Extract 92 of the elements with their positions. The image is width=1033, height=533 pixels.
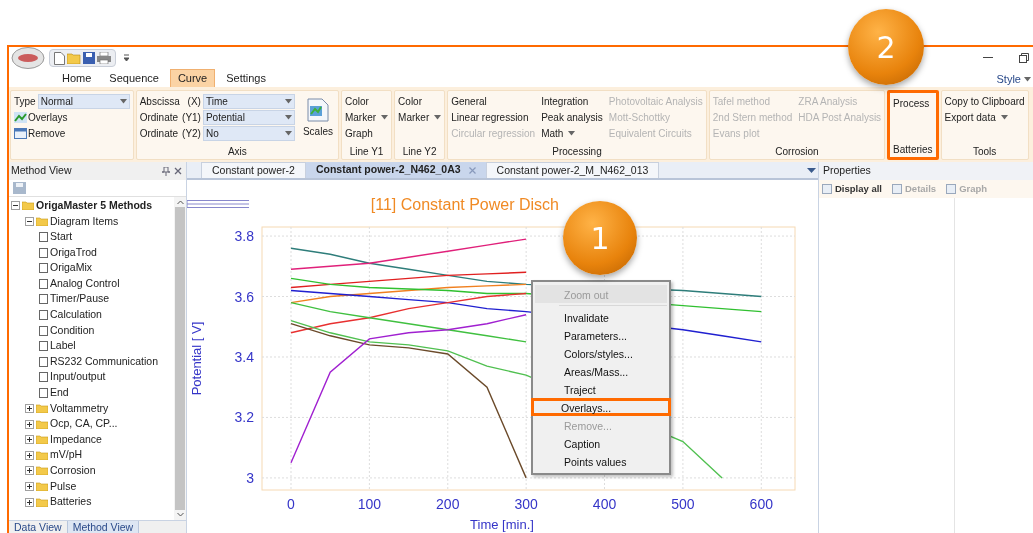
menu-item[interactable]: Caption (535, 434, 667, 452)
callout-badge: 2 (848, 9, 924, 85)
menu-button[interactable]: Export data (944, 109, 1025, 125)
axis-tick-label: 3.2 (234, 409, 254, 426)
menu-item[interactable]: Traject (535, 380, 667, 398)
ribbon-button[interactable]: Copy to Clipboard (944, 93, 1025, 109)
axis-tick-label: 300 (514, 496, 538, 512)
tree-item[interactable]: Voltammetry (50, 400, 109, 417)
tree-item[interactable]: Analog Control (50, 275, 120, 292)
tree-item[interactable]: Calculation (50, 307, 102, 323)
axis-tick-label: 400 (592, 496, 617, 512)
ribbon-button[interactable]: Linear regression (451, 109, 536, 125)
tree-item[interactable]: RS232 Communication (50, 353, 158, 370)
style-menu[interactable]: Style (996, 71, 1033, 87)
axis-title: Time [min.] (470, 517, 534, 532)
axis-tick-label: 600 (749, 496, 773, 512)
ribbon-tab[interactable]: Curve (169, 69, 216, 87)
scales-button[interactable]: Scales (300, 93, 335, 143)
group-label: Line Y1 (348, 145, 385, 159)
tree-item[interactable]: mV/pH (50, 447, 83, 464)
ribbon-button[interactable]: Peak analysis (541, 109, 603, 125)
menu-item[interactable]: Areas/Mass... (535, 362, 667, 380)
group-label: Batteries (892, 143, 934, 157)
group-label: Line Y2 (401, 145, 438, 159)
tree-item[interactable]: OrigaMaster 5 Methods (36, 197, 153, 214)
axis-tick-label: 100 (357, 496, 382, 512)
ribbon-button[interactable]: Integration (541, 93, 603, 109)
ribbon-button[interactable]: Color (398, 93, 442, 109)
menu-button[interactable]: Math (541, 125, 603, 141)
tree-item[interactable]: Start (50, 229, 73, 245)
tree-item[interactable]: Condition (50, 322, 95, 339)
tree-item[interactable]: Input/output (50, 369, 106, 386)
menu-item[interactable]: Overlays... (531, 398, 671, 416)
tree-item[interactable]: Batteries (50, 494, 92, 510)
panel-tab[interactable]: Method View (66, 521, 140, 533)
document-tab[interactable]: Constant power-2_N462_0A3 (305, 162, 486, 178)
tree-item[interactable]: Pulse (50, 478, 77, 495)
axis-tick-label: 3.8 (234, 228, 254, 245)
tree-item[interactable]: Corrosion (50, 463, 96, 479)
tree-item[interactable]: End (50, 385, 69, 401)
tree-item[interactable]: Diagram Items (50, 213, 119, 230)
menu-item[interactable]: Points values (535, 452, 667, 470)
dropdown-field[interactable]: No (202, 125, 295, 141)
field-label: (Y1) (181, 110, 202, 125)
ribbon-button[interactable]: Color (344, 93, 389, 109)
ribbon-tab[interactable]: Home (55, 69, 99, 87)
field-label: (X) (186, 94, 202, 109)
axis-tick-label: 0 (287, 496, 295, 512)
chart-title: [11] Constant Power Disch (370, 196, 559, 213)
group-label: Processing (551, 145, 603, 159)
group-label: Tools (971, 145, 998, 159)
tree-item[interactable]: OrigaMix (50, 260, 92, 277)
document-tab[interactable]: Constant power-2 (201, 162, 306, 178)
panel-title: Method View (11, 163, 72, 179)
group-label: Corrosion (774, 145, 820, 159)
tree-item[interactable]: OrigaTrod (50, 244, 97, 261)
field-label: (Y2) (181, 126, 202, 141)
axis-tick-label: 3 (246, 469, 254, 486)
tree-item[interactable]: Timer/Pause (50, 291, 110, 308)
panel-title: Properties (823, 163, 871, 179)
panel-tab[interactable]: Data View (9, 521, 67, 533)
dropdown-field[interactable]: Potential (202, 109, 295, 125)
callout-badge: 1 (563, 201, 637, 275)
ribbon-tab[interactable]: Sequence (102, 69, 166, 87)
menu-button[interactable]: Marker (344, 109, 389, 125)
menu-item[interactable]: Parameters... (535, 326, 667, 344)
ribbon-button[interactable]: Graph (344, 125, 389, 141)
tree-item[interactable]: Label (50, 338, 76, 354)
menu-item[interactable]: Invalidate (535, 308, 667, 326)
axis-tick-label: 3.6 (234, 288, 254, 305)
axis-tick-label: 200 (436, 496, 460, 512)
document-tab[interactable]: Constant power-2_M_N462_013 (485, 162, 660, 178)
toolbar-button[interactable]: Display all (822, 181, 882, 197)
axis-title: Potential [ V] (189, 321, 204, 396)
field-label: Ordinate (139, 110, 179, 125)
ribbon-button[interactable]: Remove (14, 125, 130, 141)
axis-tick-label: 3.4 (234, 349, 254, 365)
dropdown-field[interactable]: Time (202, 93, 295, 109)
menu-button[interactable]: Marker (398, 109, 442, 125)
ribbon-button[interactable]: General (451, 93, 536, 109)
field-label: Abscissa (139, 94, 180, 109)
field-label: Ordinate (139, 126, 179, 141)
ribbon-button[interactable]: Overlays (14, 109, 130, 125)
menu-item[interactable]: Colors/styles... (535, 344, 667, 362)
ribbon-button[interactable]: Process (893, 95, 930, 111)
dropdown-field[interactable]: Normal (37, 93, 130, 109)
tree-item[interactable]: Impedance (50, 431, 102, 448)
field-label: Type (14, 94, 36, 109)
tree-item[interactable]: Ocp, CA, CP... (50, 416, 118, 432)
group-label: Axis (226, 145, 248, 159)
ribbon-tab[interactable]: Settings (219, 69, 273, 87)
axis-tick-label: 500 (671, 496, 695, 512)
